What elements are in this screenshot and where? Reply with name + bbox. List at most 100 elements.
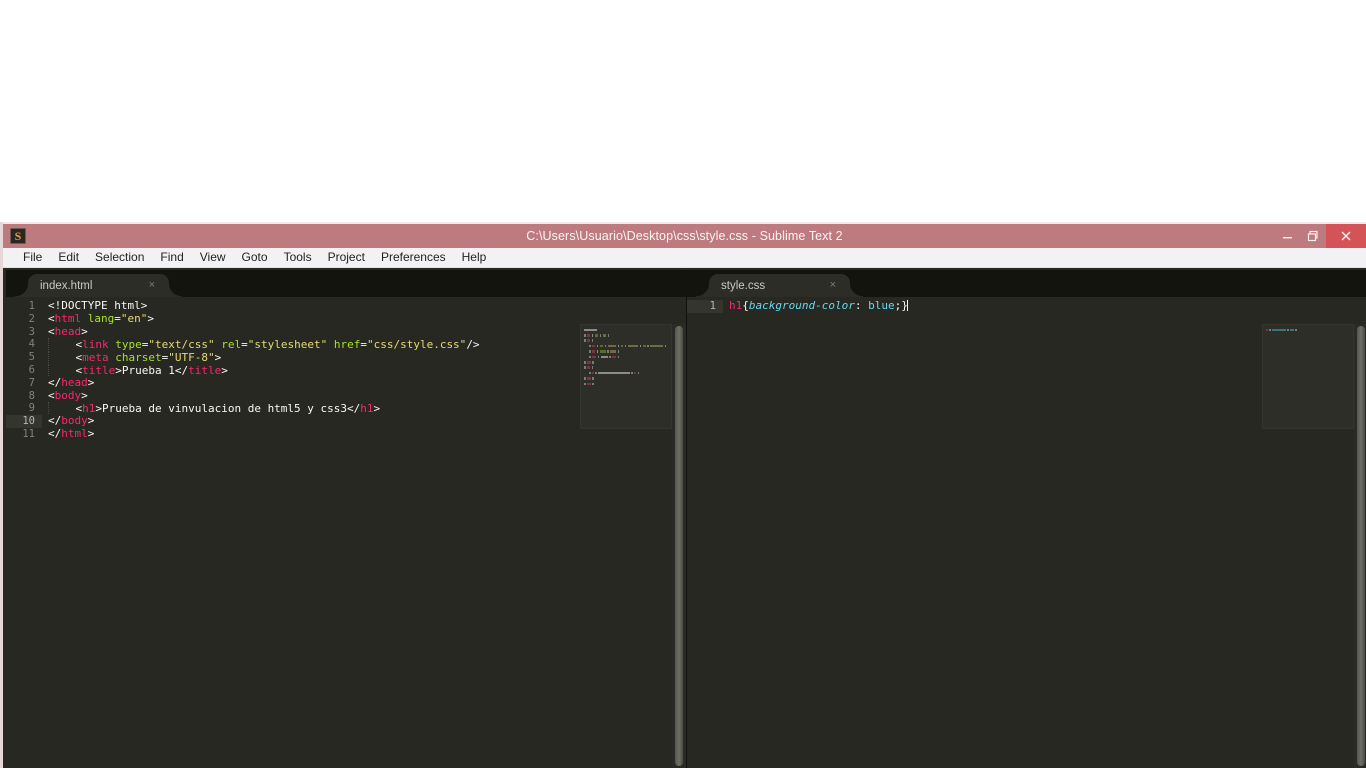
minimap-line (584, 355, 669, 359)
code-token: rel (221, 338, 242, 352)
minimap-token (596, 344, 599, 348)
minimap-token (594, 334, 599, 337)
line-number: 1 (687, 300, 723, 313)
minimap-token (596, 350, 599, 353)
code-token: > (214, 351, 222, 365)
code-token: > (221, 363, 228, 377)
minimap-line (584, 339, 669, 343)
tab-close-icon[interactable]: × (830, 279, 836, 291)
code-token: < (48, 324, 55, 338)
minimap-token (610, 350, 617, 353)
tab-style-css[interactable]: style.css × (696, 274, 863, 297)
minimap-token (591, 339, 594, 343)
menu-item-goto[interactable]: Goto (234, 248, 276, 267)
code-token: > (81, 388, 88, 402)
minimap-token (584, 382, 586, 386)
desktop-background (0, 0, 1366, 222)
minimap-token (637, 371, 639, 375)
minimap-token (597, 355, 600, 359)
minimap-token (602, 334, 607, 337)
line-number: 6 (28, 363, 35, 376)
code-token: < (48, 388, 55, 402)
minimap-token (599, 350, 606, 353)
scrollbar-thumb[interactable] (675, 326, 683, 766)
vertical-scrollbar-left[interactable] (672, 324, 686, 768)
minimap-line (584, 371, 669, 375)
code-token: </ (48, 414, 62, 428)
code-token: : (854, 299, 869, 312)
minimap-token (624, 344, 627, 348)
code-token: < (48, 311, 55, 325)
code-token: charset (115, 351, 162, 365)
minimap-token (591, 334, 594, 337)
menu-item-file[interactable]: File (15, 248, 50, 267)
code-region-left[interactable]: 1 2 3 4 5 6 7 8 9 10 11 <!DOCTYPE html> <html lang=… (6, 297, 686, 768)
line-number: 4 (28, 338, 35, 351)
code-token: "stylesheet" (247, 338, 328, 352)
tab-label: style.css (721, 279, 766, 292)
minimap-token (587, 361, 591, 364)
minimap-token (1290, 328, 1294, 332)
minimap-token (587, 334, 591, 337)
minimap-token (584, 377, 586, 380)
menu-item-selection[interactable]: Selection (87, 248, 152, 267)
minimap-line (584, 382, 669, 386)
menu-item-tools[interactable]: Tools (276, 248, 320, 267)
minimap-token (592, 377, 594, 380)
menu-item-edit[interactable]: Edit (50, 248, 87, 267)
line-number: 3 (28, 325, 35, 338)
scrollbar-thumb[interactable] (1357, 326, 1365, 766)
code-token: = (360, 338, 367, 352)
minimap-left[interactable] (580, 324, 672, 429)
tab-index-html[interactable]: index.html × (15, 274, 182, 297)
close-icon[interactable] (1326, 224, 1366, 248)
minimap-token (1272, 328, 1286, 332)
tab-close-icon[interactable]: × (149, 279, 155, 291)
minimap-token (639, 344, 642, 348)
code-token: body (54, 388, 82, 402)
line-number: 7 (28, 376, 35, 389)
minimap-token (600, 355, 608, 359)
minimap-right[interactable] (1262, 324, 1354, 429)
minimap-token (617, 355, 620, 359)
minimap-token (592, 355, 597, 359)
menu-item-find[interactable]: Find (152, 248, 191, 267)
code-token: { (742, 299, 749, 312)
vertical-scrollbar-right[interactable] (1354, 324, 1366, 768)
restore-icon[interactable] (1300, 224, 1326, 248)
minimap-token (609, 355, 611, 359)
menu-item-project[interactable]: Project (320, 248, 373, 267)
code-token: ;} (894, 299, 908, 312)
code-token: </ (48, 426, 62, 440)
line-number: 2 (28, 312, 35, 325)
menu-item-view[interactable]: View (192, 248, 234, 267)
minimap-token (587, 382, 591, 386)
minimap-token (642, 344, 646, 348)
code-token: > (87, 414, 95, 428)
editor-pane-right: style.css × 1 h1{background-color: blue;… (687, 270, 1366, 768)
code-token: h1 (729, 299, 743, 312)
code-token: <!DOCTYPE html> (48, 299, 148, 312)
code-token: title (188, 363, 222, 377)
minimap-line (584, 366, 669, 370)
code-token: href (333, 338, 361, 352)
code-token: > (115, 363, 122, 377)
code-token: head (54, 324, 82, 338)
line-number: 9 (28, 402, 35, 415)
code-region-right[interactable]: 1 h1{background-color: blue;} (687, 297, 1366, 768)
menu-item-preferences[interactable]: Preferences (373, 248, 454, 267)
menu-item-help[interactable]: Help (454, 248, 495, 267)
code-token: > (87, 426, 95, 440)
window-controls (1274, 224, 1366, 248)
minimize-icon[interactable] (1274, 224, 1300, 248)
minimap-token (1287, 328, 1289, 332)
minimap-token (595, 371, 597, 375)
minimap-line (584, 350, 669, 354)
minimap-token (612, 355, 617, 359)
minimap-token (592, 350, 596, 353)
minimap-token (1295, 328, 1298, 332)
minimap-line (584, 377, 669, 381)
minimap-token (599, 334, 602, 337)
